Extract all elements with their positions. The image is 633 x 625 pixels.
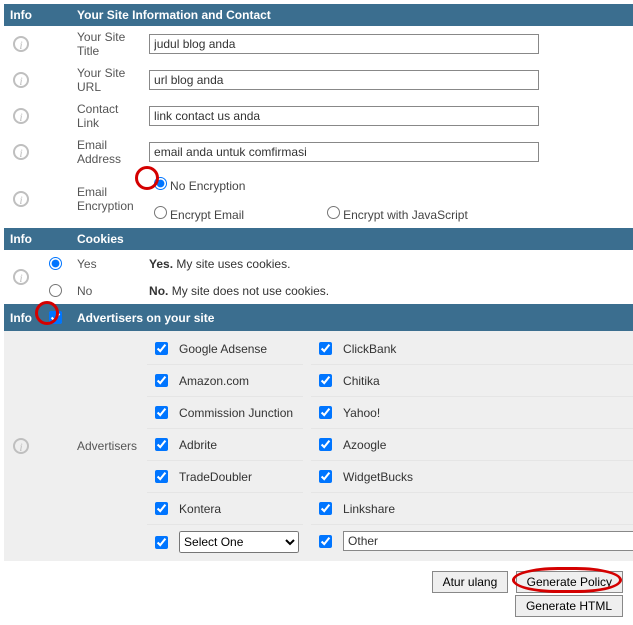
advertiser-name: WidgetBucks	[343, 470, 413, 484]
advertiser-name: Amazon.com	[179, 374, 249, 388]
advertiser-checkbox[interactable]	[155, 374, 168, 387]
enc-none-label: No Encryption	[170, 179, 245, 193]
cookies-yes-bold: Yes.	[149, 257, 173, 271]
info-icon[interactable]: i	[13, 108, 29, 124]
advertiser-checkbox[interactable]	[319, 406, 332, 419]
advertisers-label: Advertisers	[71, 331, 143, 561]
advertiser-item: ClickBank	[311, 333, 633, 365]
cookies-no-desc: No. My site does not use cookies.	[143, 277, 633, 304]
site-title-label: Your Site Title	[71, 26, 143, 62]
advertiser-name: ClickBank	[343, 342, 396, 356]
enc-encrypt-option[interactable]: Encrypt Email	[149, 203, 244, 222]
advertiser-name: Chitika	[343, 374, 380, 388]
advertiser-checkbox[interactable]	[319, 535, 332, 548]
advertiser-item: Select One	[147, 525, 303, 559]
info-icon[interactable]: i	[13, 269, 29, 285]
advertiser-item: WidgetBucks	[311, 461, 633, 493]
section-site-info-header: Your Site Information and Contact	[71, 4, 633, 26]
enc-encrypt-label: Encrypt Email	[170, 208, 244, 222]
section-cookies-header: Cookies	[71, 228, 633, 250]
advertiser-name: Linkshare	[343, 502, 395, 516]
site-url-label: Your Site URL	[71, 62, 143, 98]
enc-encrypt-radio[interactable]	[154, 206, 167, 219]
enc-none-radio[interactable]	[154, 177, 167, 190]
advertiser-name: TradeDoubler	[179, 470, 252, 484]
advertiser-checkbox[interactable]	[319, 342, 332, 355]
advertiser-checkbox[interactable]	[319, 502, 332, 515]
advertiser-item: Kontera	[147, 493, 303, 525]
enc-js-option[interactable]: Encrypt with JavaScript	[322, 203, 468, 222]
advertisers-section-checkbox[interactable]	[49, 311, 62, 324]
advertiser-item: Linkshare	[311, 493, 633, 525]
email-encryption-label: Email Encryption	[71, 170, 143, 228]
section-chk-spacer	[38, 4, 71, 26]
advertiser-checkbox[interactable]	[155, 470, 168, 483]
site-url-input[interactable]	[149, 70, 539, 90]
info-icon[interactable]: i	[13, 438, 29, 454]
enc-js-radio[interactable]	[327, 206, 340, 219]
advertiser-checkbox[interactable]	[155, 342, 168, 355]
section-info-label: Info	[4, 4, 38, 26]
section-info-label: Info	[4, 304, 38, 331]
advertiser-name: Commission Junction	[179, 406, 293, 420]
advertiser-item: Chitika	[311, 365, 633, 397]
cookies-no-rest: My site does not use cookies.	[168, 284, 329, 298]
cookies-no-radio[interactable]	[49, 284, 62, 297]
info-icon[interactable]: i	[13, 144, 29, 160]
info-icon[interactable]: i	[13, 72, 29, 88]
advertiser-checkbox[interactable]	[155, 438, 168, 451]
enc-js-label: Encrypt with JavaScript	[343, 208, 468, 222]
advertiser-item: Amazon.com	[147, 365, 303, 397]
cookies-no-label: No	[71, 277, 143, 304]
advertiser-select[interactable]: Select One	[179, 531, 299, 553]
advertiser-item: Google Adsense	[147, 333, 303, 365]
contact-link-input[interactable]	[149, 106, 539, 126]
advertiser-checkbox[interactable]	[155, 502, 168, 515]
cookies-no-bold: No.	[149, 284, 168, 298]
advertiser-other-input[interactable]	[343, 531, 633, 551]
cookies-yes-label: Yes	[71, 250, 143, 277]
advertiser-checkbox[interactable]	[155, 536, 168, 549]
advertiser-checkbox[interactable]	[319, 438, 332, 451]
section-info-label: Info	[4, 228, 38, 250]
cookies-yes-radio[interactable]	[49, 257, 62, 270]
enc-none-option[interactable]: No Encryption	[149, 179, 245, 193]
advertiser-name: Kontera	[179, 502, 221, 516]
advertisers-grid: Google Adsense Amazon.com Commission Junct…	[143, 331, 633, 561]
reset-button[interactable]: Atur ulang	[432, 571, 509, 593]
advertiser-name: Google Adsense	[179, 342, 267, 356]
email-address-label: Email Address	[71, 134, 143, 170]
advertiser-name: Yahoo!	[343, 406, 380, 420]
generate-policy-button[interactable]: Generate Policy	[516, 571, 623, 593]
advertiser-checkbox[interactable]	[319, 374, 332, 387]
advertiser-item: Azoogle	[311, 429, 633, 461]
advertiser-item: Adbrite	[147, 429, 303, 461]
advertiser-name: Azoogle	[343, 438, 386, 452]
advertiser-item: Commission Junction	[147, 397, 303, 429]
info-icon[interactable]: i	[13, 36, 29, 52]
advertiser-item: Yahoo!	[311, 397, 633, 429]
advertiser-checkbox[interactable]	[155, 406, 168, 419]
advertiser-checkbox[interactable]	[319, 470, 332, 483]
cookies-yes-desc: Yes. My site uses cookies.	[143, 250, 633, 277]
cookies-yes-rest: My site uses cookies.	[173, 257, 290, 271]
site-title-input[interactable]	[149, 34, 539, 54]
generate-html-button[interactable]: Generate HTML	[515, 595, 623, 617]
advertiser-item	[311, 525, 633, 557]
email-address-input[interactable]	[149, 142, 539, 162]
contact-link-label: Contact Link	[71, 98, 143, 134]
advertiser-item: TradeDoubler	[147, 461, 303, 493]
section-advertisers-header: Advertisers on your site	[71, 304, 633, 331]
info-icon[interactable]: i	[13, 191, 29, 207]
advertiser-name: Adbrite	[179, 438, 217, 452]
